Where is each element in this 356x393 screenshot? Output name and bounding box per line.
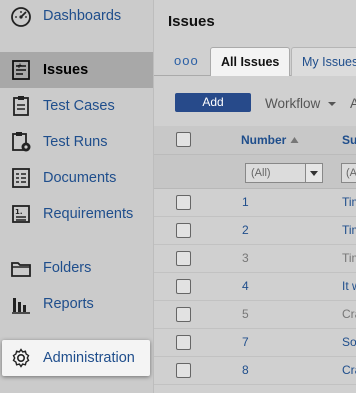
row-checkbox[interactable] xyxy=(176,335,191,350)
chevron-down-icon xyxy=(328,102,337,106)
sidebar-item-label: Dashboards xyxy=(43,8,122,24)
gear-icon xyxy=(10,347,32,369)
svg-text:#: # xyxy=(17,63,22,70)
more-tabs-icon[interactable]: ooo xyxy=(174,53,199,68)
workflow-label: Workflow xyxy=(265,96,321,111)
sidebar-item-administration[interactable]: Administration xyxy=(2,340,150,376)
dashboard-gauge-icon xyxy=(10,5,32,27)
row-checkbox[interactable] xyxy=(176,363,191,378)
tab-my-issues[interactable]: My Issues xyxy=(291,47,356,76)
tab-bar: ooo All Issues My Issues xyxy=(154,47,356,76)
issue-summary[interactable]: It w xyxy=(342,279,356,293)
sidebar-item-label: Issues xyxy=(43,62,89,78)
row-checkbox[interactable] xyxy=(176,195,191,210)
main-panel: Issues ooo All Issues My Issues Add Work… xyxy=(153,0,356,393)
sidebar-item-folders[interactable]: Folders xyxy=(0,250,153,286)
sidebar-item-label: Reports xyxy=(43,296,94,312)
issue-number[interactable]: 8 xyxy=(242,363,249,377)
row-checkbox[interactable] xyxy=(176,223,191,238)
sidebar-item-dashboards[interactable]: Dashboards xyxy=(0,0,153,34)
number-filter-select[interactable]: (All) xyxy=(245,163,323,183)
table-row[interactable]: 4 It w xyxy=(154,273,356,301)
filter-value: (A xyxy=(346,167,356,179)
clipboard-icon xyxy=(10,95,32,117)
toolbar-extra-label[interactable]: A xyxy=(350,96,356,111)
page-title: Issues xyxy=(168,13,215,30)
issue-number[interactable]: 2 xyxy=(242,223,249,237)
table-row[interactable]: 2 Tim xyxy=(154,217,356,245)
sidebar-item-requirements[interactable]: 1. Requirements xyxy=(0,196,153,232)
sidebar-item-label: Folders xyxy=(43,260,92,276)
sidebar-item-documents[interactable]: Documents xyxy=(0,160,153,196)
row-checkbox[interactable] xyxy=(176,251,191,266)
sidebar-item-label: Requirements xyxy=(43,206,134,222)
column-header-number[interactable]: Number xyxy=(241,133,299,147)
requirements-icon: 1. xyxy=(10,203,32,225)
sidebar: Dashboards # Issues Test Cases Test Runs… xyxy=(0,0,153,393)
issue-summary[interactable]: So xyxy=(342,335,356,349)
sidebar-item-reports[interactable]: Reports xyxy=(0,286,153,322)
chevron-down-icon xyxy=(305,164,322,182)
issue-number[interactable]: 4 xyxy=(242,279,249,293)
add-button[interactable]: Add xyxy=(175,93,251,112)
bar-chart-icon xyxy=(10,293,32,315)
filter-value: (All) xyxy=(251,167,271,179)
summary-filter-select[interactable]: (A xyxy=(341,163,356,183)
tab-all-issues[interactable]: All Issues xyxy=(210,47,291,76)
workflow-dropdown[interactable]: Workflow xyxy=(265,96,337,111)
column-header-label: Number xyxy=(241,133,287,147)
grid-header-row: Number Su xyxy=(154,126,356,155)
grid-filter-row: (All) (A xyxy=(154,155,356,189)
issue-number[interactable]: 5 xyxy=(242,307,249,321)
issue-summary[interactable]: Cra xyxy=(342,363,356,377)
table-row[interactable]: 8 Cra xyxy=(154,357,356,385)
issue-number[interactable]: 1 xyxy=(242,195,249,209)
issue-summary[interactable]: Tim xyxy=(342,251,356,265)
document-icon xyxy=(10,167,32,189)
row-checkbox[interactable] xyxy=(176,279,191,294)
toolbar: Add Workflow A xyxy=(154,76,356,126)
sidebar-item-issues[interactable]: # Issues xyxy=(0,52,153,88)
column-header-summary[interactable]: Su xyxy=(342,133,356,147)
test-run-icon xyxy=(10,131,32,153)
table-row[interactable]: 3 Tim xyxy=(154,245,356,273)
sort-ascending-icon xyxy=(290,137,299,143)
sidebar-item-label: Test Runs xyxy=(43,134,108,150)
issue-summary[interactable]: Tim xyxy=(342,195,356,209)
table-row[interactable]: 1 Tim xyxy=(154,189,356,217)
sidebar-item-label: Test Cases xyxy=(43,98,115,114)
row-checkbox[interactable] xyxy=(176,307,191,322)
table-row[interactable]: 7 So xyxy=(154,329,356,357)
issues-list-icon: # xyxy=(10,59,32,81)
sidebar-item-test-cases[interactable]: Test Cases xyxy=(0,88,153,124)
table-row[interactable]: 5 Cra xyxy=(154,301,356,329)
svg-text:1.: 1. xyxy=(15,208,23,216)
issue-number[interactable]: 7 xyxy=(242,335,249,349)
sidebar-item-label: Documents xyxy=(43,170,117,186)
folder-icon xyxy=(10,257,32,279)
select-all-checkbox[interactable] xyxy=(176,132,191,147)
sidebar-item-label: Administration xyxy=(43,350,135,366)
sidebar-item-test-runs[interactable]: Test Runs xyxy=(0,124,153,160)
issue-summary[interactable]: Cra xyxy=(342,307,356,321)
issue-summary[interactable]: Tim xyxy=(342,223,356,237)
issue-number[interactable]: 3 xyxy=(242,251,249,265)
